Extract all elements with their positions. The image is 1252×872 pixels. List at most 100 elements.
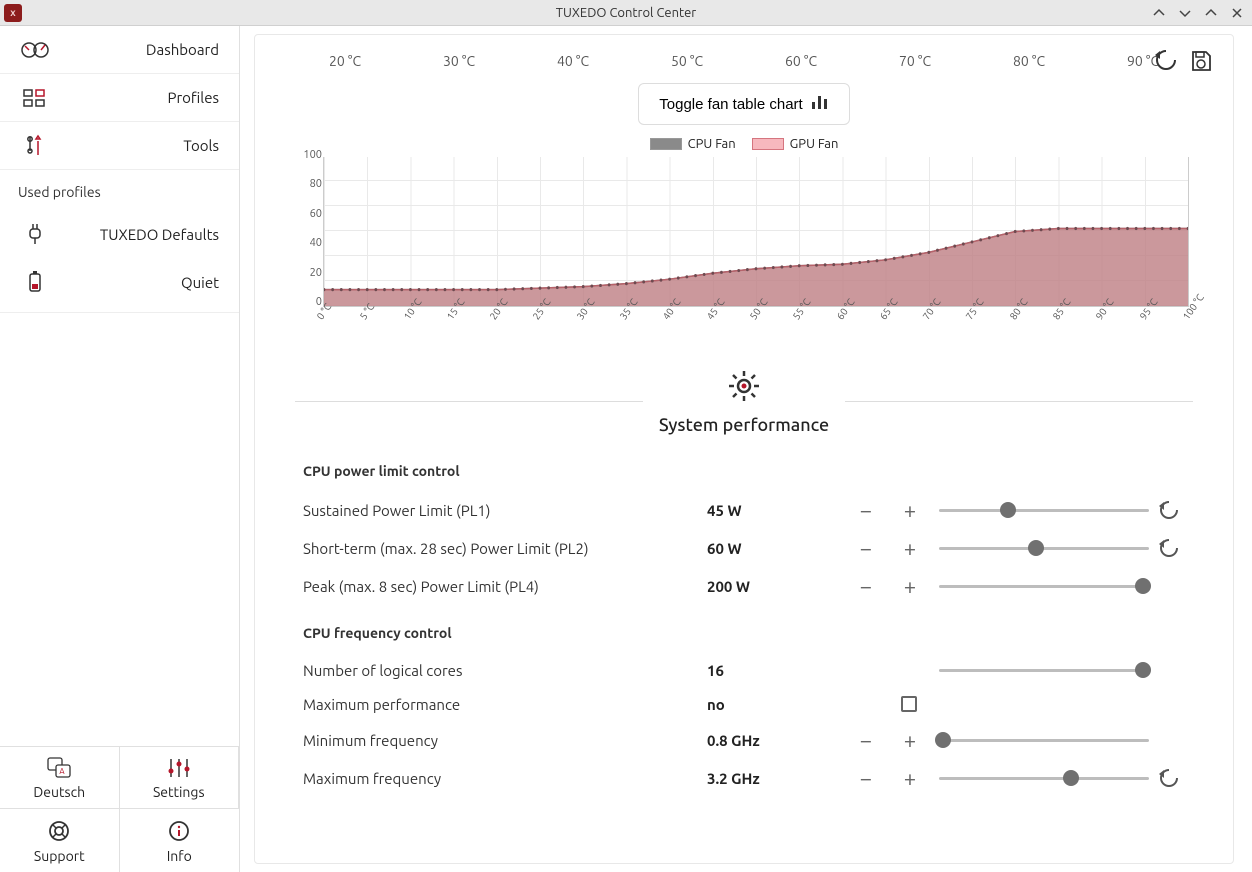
used-profiles-header: Used profiles (0, 170, 239, 210)
plus-button[interactable]: + (895, 725, 925, 755)
section-title: System performance (659, 415, 829, 435)
control-row-pl1: Sustained Power Limit (PL1)45 W−+ (255, 491, 1233, 529)
slider-minfreq[interactable] (939, 730, 1149, 750)
profiles-icon (20, 85, 50, 111)
footer-label: Deutsch (33, 784, 85, 800)
minus-button[interactable]: − (851, 725, 881, 755)
titlebar: x TUXEDO Control Center (0, 0, 1252, 26)
bar-chart-icon (811, 94, 829, 114)
control-value: 60 W (707, 540, 847, 557)
slider-maxfreq[interactable] (939, 768, 1149, 788)
temp-label: 60 °C (771, 53, 831, 69)
sidebar-item-label: Profiles (60, 89, 219, 106)
plus-button[interactable]: + (895, 571, 925, 601)
fan-chart-svg (324, 157, 1188, 306)
sidebar-item-label: Tools (60, 137, 219, 154)
plus-button[interactable]: + (895, 533, 925, 563)
minus-button[interactable]: − (851, 495, 881, 525)
footer-settings-button[interactable]: Settings (120, 747, 240, 808)
fan-chart: CPU Fan GPU Fan 100806040200 0 °C5 °C10 … (255, 137, 1233, 324)
minus-button[interactable]: − (851, 533, 881, 563)
window-roll-icon[interactable] (1148, 3, 1170, 23)
sidebar: Dashboard Profiles (0, 26, 240, 872)
plug-icon (20, 221, 50, 247)
sidebar-item-label: Dashboard (60, 41, 219, 58)
undo-all-icon[interactable] (1153, 49, 1179, 75)
footer-label: Settings (153, 784, 205, 800)
info-icon (167, 819, 191, 846)
section-heading: System performance (295, 368, 1193, 435)
plus-button[interactable]: + (895, 495, 925, 525)
slider-cores[interactable] (939, 660, 1149, 680)
slider-pl2[interactable] (939, 538, 1149, 558)
legend-label: CPU Fan (688, 137, 736, 151)
sidebar-item-label: Quiet (60, 274, 219, 291)
control-label: Number of logical cores (303, 662, 703, 679)
battery-icon (20, 269, 50, 295)
plus-button[interactable]: + (895, 763, 925, 793)
sidebar-item-quiet[interactable]: Quiet (0, 258, 239, 306)
control-row-maxperf: Maximum performanceno (255, 687, 1233, 721)
undo-button[interactable] (1153, 763, 1183, 793)
sidebar-item-label: TUXEDO Defaults (60, 226, 219, 243)
window-title: TUXEDO Control Center (0, 6, 1252, 20)
sidebar-item-profiles[interactable]: Profiles (0, 74, 239, 122)
legend-cpu-fan[interactable]: CPU Fan (650, 137, 736, 151)
window-minimize-icon[interactable] (1174, 3, 1196, 23)
footer-deutsch-button[interactable]: A Deutsch (0, 747, 120, 808)
undo-button[interactable] (1153, 533, 1183, 563)
footer-label: Info (167, 848, 192, 864)
control-value: no (707, 696, 847, 713)
control-label: Short-term (max. 28 sec) Power Limit (PL… (303, 540, 703, 557)
window-close-icon[interactable] (1226, 3, 1248, 23)
main-content: 20 °C 30 °C 40 °C 50 °C 60 °C 70 °C 80 °… (254, 34, 1234, 864)
temp-label: 20 °C (315, 53, 375, 69)
control-label: Minimum frequency (303, 732, 703, 749)
cpu-power-header: CPU power limit control (255, 443, 1233, 491)
cpu-frequency-header: CPU frequency control (255, 605, 1233, 653)
control-value: 16 (707, 662, 847, 679)
control-value: 200 W (707, 578, 847, 595)
tools-icon (20, 133, 50, 159)
control-label: Sustained Power Limit (PL1) (303, 502, 703, 519)
control-label: Peak (max. 8 sec) Power Limit (PL4) (303, 578, 703, 595)
undo-button[interactable] (1153, 495, 1183, 525)
window-maximize-icon[interactable] (1200, 3, 1222, 23)
footer-info-button[interactable]: Info (120, 808, 240, 872)
slider-pl1[interactable] (939, 500, 1149, 520)
legend-label: GPU Fan (790, 137, 839, 151)
gear-icon (726, 368, 762, 407)
sliders-icon (166, 757, 192, 782)
minus-button[interactable]: − (851, 571, 881, 601)
control-row-maxfreq: Maximum frequency3.2 GHz−+ (255, 759, 1233, 797)
legend-swatch-icon (650, 138, 682, 150)
save-icon[interactable] (1189, 49, 1215, 75)
control-label: Maximum performance (303, 696, 703, 713)
control-value: 0.8 GHz (707, 732, 847, 749)
dashboard-icon (20, 37, 50, 63)
temp-label: 70 °C (885, 53, 945, 69)
language-icon: A (47, 757, 71, 782)
svg-text:A: A (60, 767, 66, 776)
footer-support-button[interactable]: Support (0, 808, 120, 872)
sidebar-item-tools[interactable]: Tools (0, 122, 239, 170)
temperature-header-row: 20 °C 30 °C 40 °C 50 °C 60 °C 70 °C 80 °… (255, 45, 1233, 75)
legend-gpu-fan[interactable]: GPU Fan (752, 137, 839, 151)
temp-label: 50 °C (657, 53, 717, 69)
control-value: 3.2 GHz (707, 770, 847, 787)
x-axis-labels: 0 °C5 °C10 °C15 °C20 °C25 °C30 °C35 °C40… (323, 313, 1189, 324)
y-axis-labels: 100806040200 (296, 149, 322, 308)
slider-pl4[interactable] (939, 576, 1149, 596)
temp-label: 30 °C (429, 53, 489, 69)
footer-label: Support (34, 848, 85, 864)
control-label: Maximum frequency (303, 770, 703, 787)
control-value: 45 W (707, 502, 847, 519)
minus-button[interactable]: − (851, 763, 881, 793)
sidebar-item-dashboard[interactable]: Dashboard (0, 26, 239, 74)
checkbox-maxperf[interactable] (901, 696, 917, 712)
temp-label: 80 °C (999, 53, 1059, 69)
toggle-fan-chart-button[interactable]: Toggle fan table chart (638, 83, 849, 125)
app-icon: x (4, 4, 22, 22)
sidebar-item-tuxedo-defaults[interactable]: TUXEDO Defaults (0, 210, 239, 258)
control-row-minfreq: Minimum frequency0.8 GHz−+ (255, 721, 1233, 759)
